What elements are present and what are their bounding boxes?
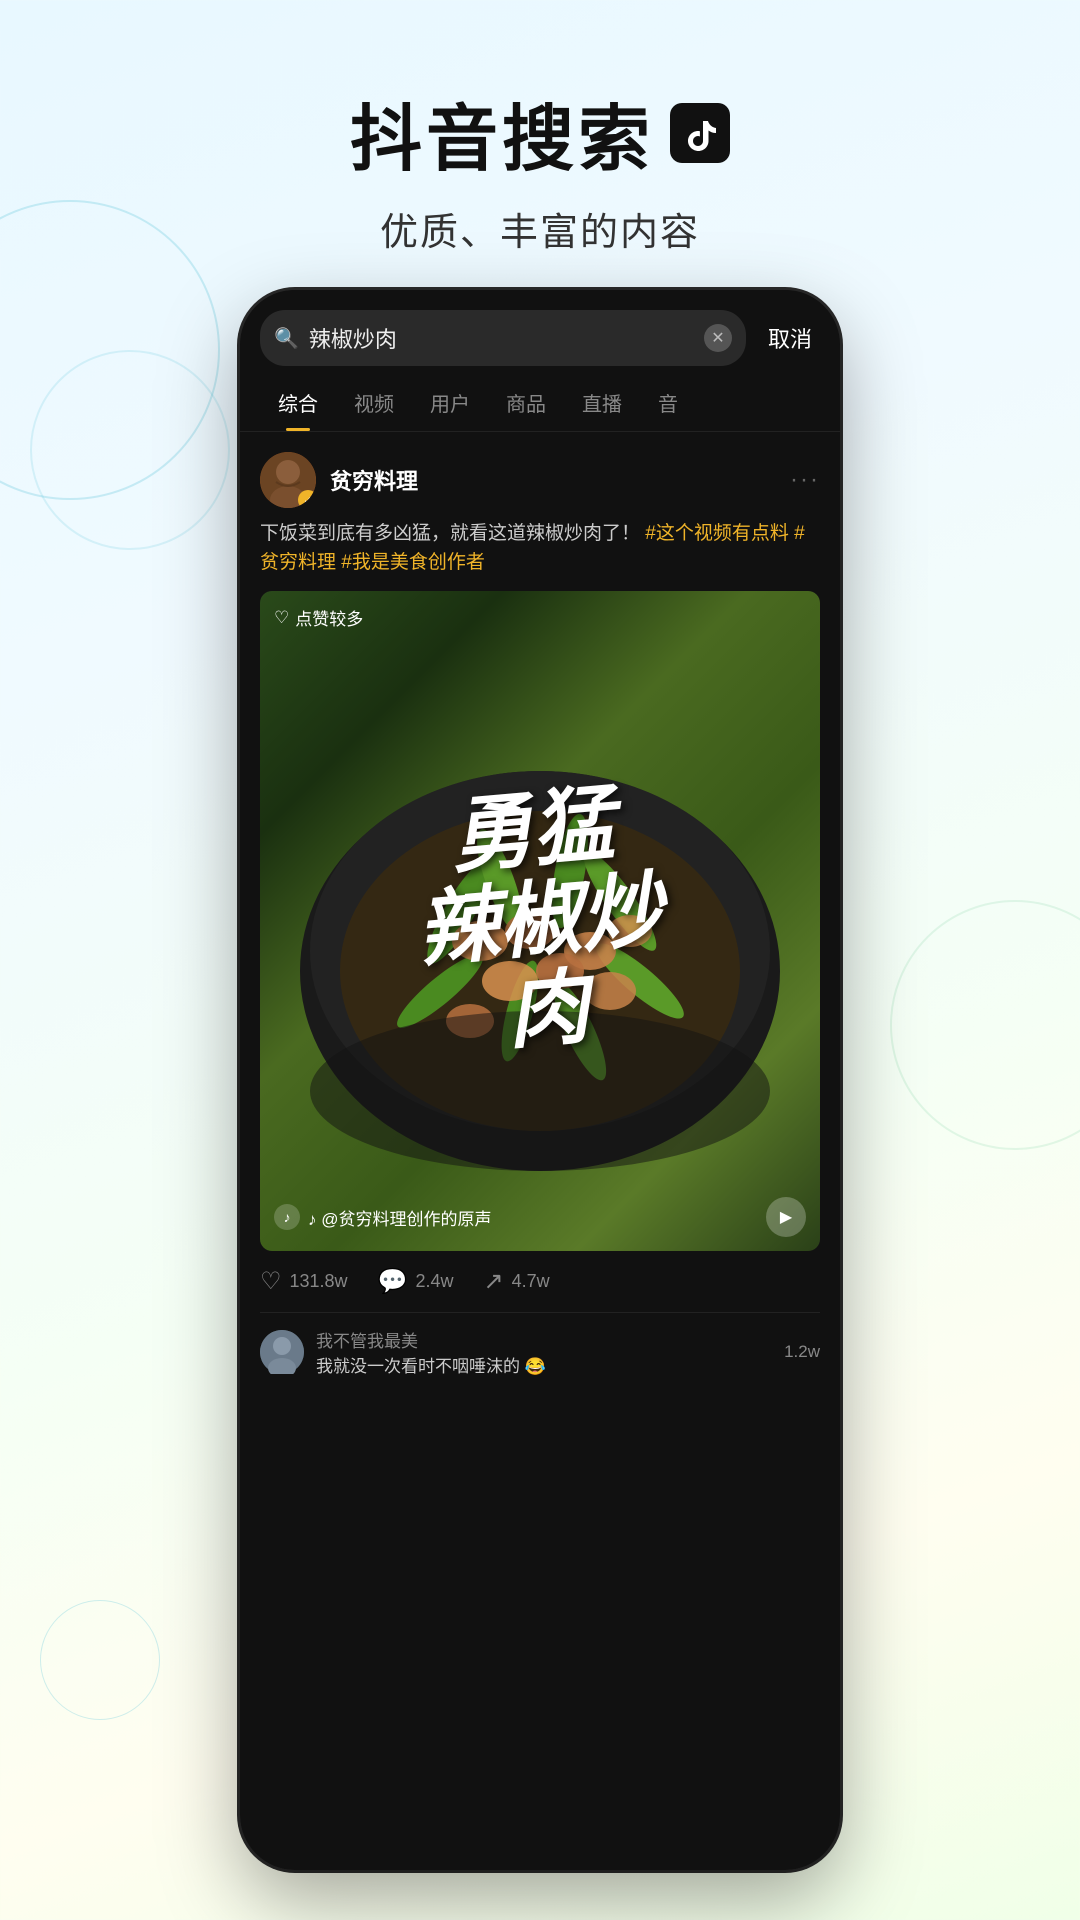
audio-info: ♪ ♪ @贫穷料理创作的原声 — [274, 1204, 491, 1230]
clear-button[interactable]: ✕ — [704, 324, 732, 352]
phone-frame: 🔍 辣椒炒肉 ✕ 取消 综合 视频 用户 — [240, 290, 840, 1870]
tab-视频[interactable]: 视频 — [336, 374, 412, 431]
heart-icon: ♡ — [274, 608, 289, 628]
comment-action[interactable]: 💬 2.4w — [378, 1267, 454, 1296]
share-icon: ↗ — [483, 1267, 503, 1296]
app-title: 抖音搜索 — [0, 80, 1080, 185]
audio-text: ♪ @贫穷料理创作的原声 — [308, 1205, 491, 1230]
bg-decoration-circle-4 — [40, 1600, 160, 1720]
likes-badge: ♡ 点赞较多 — [274, 605, 363, 630]
comment-section: 我不管我最美 我就没一次看时不咽唾沫的 😂 1.2w — [260, 1312, 820, 1377]
like-icon: ♡ — [260, 1267, 282, 1296]
tab-bar: 综合 视频 用户 商品 直播 音 — [240, 374, 840, 432]
tab-直播[interactable]: 直播 — [564, 374, 640, 431]
likes-badge-text: 点赞较多 — [295, 605, 363, 630]
tab-用户[interactable]: 用户 — [412, 374, 488, 431]
username-label: 贫穷料理 — [330, 464, 418, 496]
comment-row: 我不管我最美 我就没一次看时不咽唾沫的 😂 1.2w — [260, 1327, 820, 1377]
search-input-container[interactable]: 🔍 辣椒炒肉 ✕ — [260, 310, 746, 366]
search-icon: 🔍 — [274, 326, 299, 351]
commenter-avatar — [260, 1330, 304, 1374]
phone-screen: 🔍 辣椒炒肉 ✕ 取消 综合 视频 用户 — [240, 290, 840, 1870]
post-body-text: 下饭菜到底有多凶猛，就看这道辣椒炒肉了！ #这个视频有点料 #贫穷料理 #我是美… — [260, 520, 820, 577]
tab-商品[interactable]: 商品 — [488, 374, 564, 431]
play-icon: ▶ — [780, 1207, 792, 1227]
action-bar: ♡ 131.8w 💬 2.4w ↗ 4.7w — [260, 1251, 820, 1312]
video-title-text: 勇猛辣椒炒肉 — [406, 776, 675, 1067]
comment-like-count: 1.2w — [784, 1342, 820, 1362]
video-title-overlay: 勇猛辣椒炒肉 — [260, 591, 820, 1251]
music-note-icon: ♪ — [274, 1204, 300, 1230]
commenter-name: 我不管我最美 — [316, 1327, 772, 1352]
comment-count: 2.4w — [415, 1271, 453, 1292]
tiktok-logo-icon — [670, 103, 730, 163]
share-count: 4.7w — [512, 1271, 550, 1292]
comment-icon: 💬 — [378, 1267, 408, 1296]
tab-音乐[interactable]: 音 — [640, 374, 696, 431]
video-thumbnail[interactable]: 勇猛辣椒炒肉 ♡ 点赞较多 ♪ ♪ @贫穷料 — [260, 591, 820, 1251]
search-bar-area: 🔍 辣椒炒肉 ✕ 取消 — [240, 290, 840, 366]
verified-icon: ✓ — [303, 494, 312, 507]
user-info: ✓ 贫穷料理 — [260, 452, 418, 508]
verified-badge: ✓ — [298, 490, 316, 508]
phone-mockup: 🔍 辣椒炒肉 ✕ 取消 综合 视频 用户 — [240, 290, 840, 1870]
tab-综合[interactable]: 综合 — [260, 374, 336, 431]
bg-decoration-circle-3 — [890, 900, 1080, 1150]
hashtag-1[interactable]: #这个视频有点料 — [645, 523, 794, 544]
more-options-button[interactable]: ··· — [790, 466, 820, 494]
user-avatar[interactable]: ✓ — [260, 452, 316, 508]
comment-content: 我就没一次看时不咽唾沫的 😂 — [316, 1352, 772, 1377]
header-section: 抖音搜索 优质、丰富的内容 — [0, 0, 1080, 296]
clear-icon: ✕ — [711, 328, 724, 348]
share-action[interactable]: ↗ 4.7w — [483, 1267, 549, 1296]
title-text: 抖音搜索 — [350, 80, 654, 185]
play-button[interactable]: ▶ — [766, 1197, 806, 1237]
comment-text-area: 我不管我最美 我就没一次看时不咽唾沫的 😂 — [316, 1327, 772, 1377]
cancel-button[interactable]: 取消 — [760, 322, 820, 354]
content-area: ✓ 贫穷料理 ··· 下饭菜到底有多凶猛，就看这道辣椒炒肉了！ #这个视频有点料… — [240, 432, 840, 1377]
like-count: 131.8w — [290, 1271, 348, 1292]
audio-bar: ♪ ♪ @贫穷料理创作的原声 ▶ — [274, 1197, 806, 1237]
search-query-text: 辣椒炒肉 — [309, 322, 694, 354]
bg-decoration-circle-2 — [30, 350, 230, 550]
app-subtitle: 优质、丰富的内容 — [0, 201, 1080, 256]
post-user-row: ✓ 贫穷料理 ··· — [260, 452, 820, 508]
hashtag-3[interactable]: #我是美食创作者 — [341, 552, 485, 573]
like-action[interactable]: ♡ 131.8w — [260, 1267, 348, 1296]
